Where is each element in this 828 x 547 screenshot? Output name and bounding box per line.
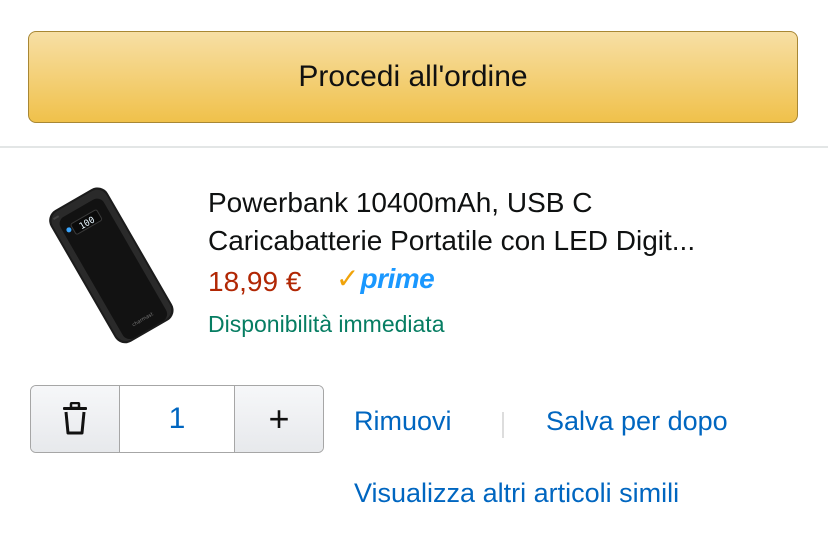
action-separator — [502, 412, 504, 438]
proceed-to-checkout-button[interactable]: Procedi all'ordine — [28, 31, 798, 123]
section-divider — [0, 146, 828, 148]
delete-item-button[interactable] — [31, 386, 119, 452]
quantity-stepper: 1 + — [30, 385, 324, 453]
prime-badge: ✓ prime — [336, 262, 435, 296]
check-icon: ✓ — [336, 263, 360, 294]
product-title-line-1: Powerbank 10400mAh, USB C — [208, 187, 593, 218]
remove-link[interactable]: Rimuovi — [354, 406, 452, 437]
plus-icon: + — [268, 398, 290, 439]
checkout-button-label: Procedi all'ordine — [298, 60, 528, 93]
prime-label: prime — [360, 263, 435, 294]
quantity-value[interactable]: 1 — [119, 386, 235, 452]
product-title[interactable]: Powerbank 10400mAh, USB C Caricabatterie… — [208, 184, 798, 260]
save-for-later-link[interactable]: Salva per dopo — [546, 406, 728, 437]
product-title-line-2: Caricabatterie Portatile con LED Digit..… — [208, 225, 696, 256]
trash-icon — [63, 402, 87, 435]
power-bank-photo: 100 charmast — [49, 187, 174, 344]
product-image[interactable]: 100 charmast — [40, 180, 180, 350]
availability-status: Disponibilità immediata — [208, 311, 445, 337]
see-similar-items-link[interactable]: Visualizza altri articoli simili — [354, 478, 679, 509]
increase-quantity-button[interactable]: + — [235, 386, 323, 452]
product-price: 18,99 € — [208, 266, 302, 297]
